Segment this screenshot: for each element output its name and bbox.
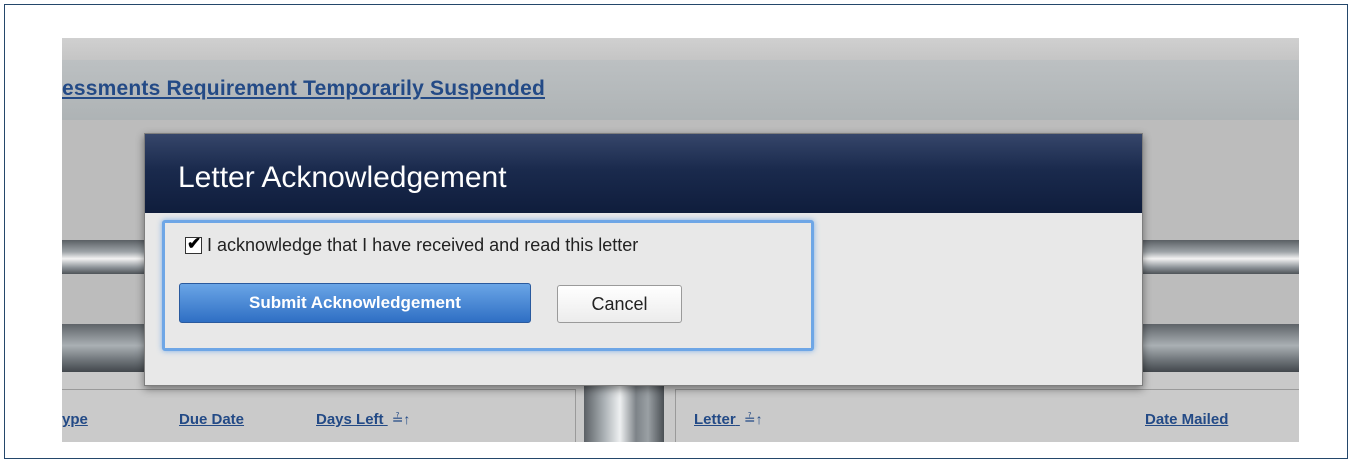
dialog-header: Letter Acknowledgement xyxy=(145,134,1142,213)
column-header-due-date[interactable]: Due Date xyxy=(179,411,244,428)
sort-ascending-icon: ≟↑ xyxy=(391,411,411,427)
column-header-type[interactable]: ype xyxy=(62,411,88,428)
background-top xyxy=(62,38,1299,60)
acknowledge-option[interactable]: ✔ I acknowledge that I have received and… xyxy=(185,234,638,256)
document-frame: essments Requirement Temporarily Suspend… xyxy=(4,4,1348,459)
column-header-days-left[interactable]: Days Left ≟↑ xyxy=(316,411,410,428)
page-title-link[interactable]: essments Requirement Temporarily Suspend… xyxy=(62,77,545,101)
sort-ascending-icon: ≟↑ xyxy=(743,411,763,427)
column-header-label: Days Left xyxy=(316,411,384,428)
acknowledge-label[interactable]: I acknowledge that I have received and r… xyxy=(207,235,638,256)
checkmark-icon: ✔ xyxy=(187,234,202,253)
letter-acknowledgement-dialog: Letter Acknowledgement ✔ I acknowledge t… xyxy=(144,133,1143,386)
column-header-label: ype xyxy=(62,411,88,428)
cancel-button[interactable]: Cancel xyxy=(557,285,682,323)
submit-acknowledgement-button[interactable]: Submit Acknowledgement xyxy=(179,283,531,323)
column-header-label: Letter xyxy=(694,411,736,428)
acknowledge-checkbox[interactable]: ✔ xyxy=(185,234,202,254)
acknowledgement-form: ✔ I acknowledge that I have received and… xyxy=(162,220,814,351)
column-header-label: Due Date xyxy=(179,411,245,428)
dialog-title: Letter Acknowledgement xyxy=(178,161,507,194)
column-header-letter[interactable]: Letter ≟↑ xyxy=(694,411,763,428)
column-header-label: Date Mailed xyxy=(1145,411,1229,428)
column-header-date-mailed[interactable]: Date Mailed xyxy=(1145,411,1228,428)
